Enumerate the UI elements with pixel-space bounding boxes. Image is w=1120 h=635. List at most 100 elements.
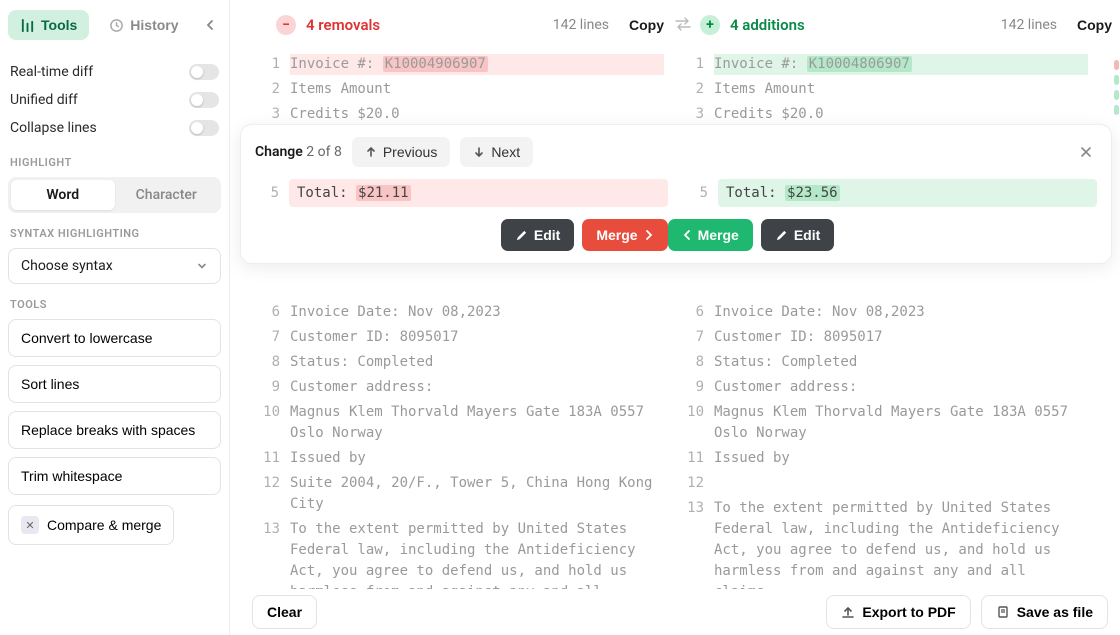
- merge-right-button[interactable]: Merge: [582, 219, 667, 251]
- line-number: 12: [680, 473, 714, 494]
- code-line: 11Issued by: [256, 446, 664, 471]
- toggle-realtime[interactable]: [189, 64, 219, 80]
- change-left-lineno: 5: [255, 185, 289, 201]
- history-icon: [109, 18, 124, 33]
- line-number: 7: [256, 327, 290, 348]
- line-number: 9: [680, 377, 714, 398]
- clear-button[interactable]: Clear: [252, 595, 317, 629]
- tab-tools[interactable]: Tools: [8, 10, 89, 40]
- syntax-select[interactable]: Choose syntax: [8, 248, 221, 284]
- change-right-body: Total: $23.56: [718, 179, 1097, 207]
- line-content: Invoice Date: Nov 08,2023: [290, 302, 664, 323]
- merge-left-button[interactable]: Merge: [668, 219, 753, 251]
- tool-lowercase[interactable]: Convert to lowercase: [8, 319, 221, 357]
- edit-left-button[interactable]: Edit: [501, 219, 574, 251]
- compare-merge-button[interactable]: ✕ Compare & merge: [8, 505, 174, 545]
- plus-icon: +: [700, 15, 720, 35]
- save-file-button[interactable]: Save as file: [981, 595, 1108, 629]
- line-content: Customer ID: 8095017: [714, 327, 1088, 348]
- highlight-character[interactable]: Character: [115, 180, 219, 210]
- chevron-left-icon: [682, 229, 692, 241]
- pencil-icon: [775, 229, 788, 242]
- line-number: 11: [256, 448, 290, 469]
- code-line: 8Status: Completed: [680, 350, 1088, 375]
- line-content: Customer address:: [714, 377, 1088, 398]
- line-content: Issued by: [714, 448, 1088, 469]
- tab-history[interactable]: History: [97, 10, 190, 40]
- toggle-collapse-label: Collapse lines: [10, 120, 97, 136]
- line-number: 6: [680, 302, 714, 323]
- tool-trim-whitespace[interactable]: Trim whitespace: [8, 457, 221, 495]
- line-content: Customer address:: [290, 377, 664, 398]
- code-line: 2Items Amount: [680, 77, 1088, 102]
- line-number: 2: [256, 79, 290, 100]
- edit-right-button[interactable]: Edit: [761, 219, 834, 251]
- minus-icon: −: [276, 15, 296, 35]
- compare-merge-icon: ✕: [21, 516, 39, 534]
- close-icon[interactable]: [1075, 141, 1097, 163]
- line-number: 3: [680, 104, 714, 125]
- line-number: 11: [680, 448, 714, 469]
- previous-button[interactable]: Previous: [352, 137, 450, 167]
- left-lines-count: 142 lines: [553, 17, 609, 33]
- minimap-marks: [1114, 60, 1120, 120]
- copy-left-button[interactable]: Copy: [629, 17, 664, 33]
- line-content: Invoice #: K10004906907: [290, 54, 664, 75]
- tab-tools-label: Tools: [41, 17, 77, 33]
- code-line: 9Customer address:: [680, 375, 1088, 400]
- line-number: 7: [680, 327, 714, 348]
- toggle-unified-label: Unified diff: [10, 92, 78, 108]
- highlight-segmented: Word Character: [8, 177, 221, 213]
- code-line: 7Customer ID: 8095017: [680, 325, 1088, 350]
- previous-label: Previous: [383, 144, 437, 160]
- pencil-icon: [515, 229, 528, 242]
- chevron-right-icon: [644, 229, 654, 241]
- toggle-collapse[interactable]: [189, 120, 219, 136]
- copy-right-button[interactable]: Copy: [1077, 17, 1112, 33]
- tools-icon: [20, 18, 35, 33]
- compare-merge-label: Compare & merge: [47, 517, 161, 533]
- code-line: 11Issued by: [680, 446, 1088, 471]
- line-content: Items Amount: [714, 79, 1088, 100]
- toggle-unified[interactable]: [189, 92, 219, 108]
- change-actions-left: Edit Merge: [255, 219, 668, 251]
- line-number: 6: [256, 302, 290, 323]
- main: − 4 removals 142 lines Copy + 4 addition…: [240, 0, 1120, 590]
- change-position-label: Change 2 of 8: [255, 144, 342, 160]
- arrow-down-icon: [473, 146, 485, 158]
- change-right-lineno: 5: [684, 185, 718, 201]
- line-number: 8: [680, 352, 714, 373]
- code-line: 12Suite 2004, 20/F., Tower 5, China Hong…: [256, 471, 664, 517]
- arrow-up-icon: [365, 146, 377, 158]
- tool-sort-lines[interactable]: Sort lines: [8, 365, 221, 403]
- swap-icon[interactable]: [674, 17, 692, 31]
- line-content: Invoice #: K10004806907: [714, 54, 1088, 75]
- line-content: Items Amount: [290, 79, 664, 100]
- line-content: Credits $20.0: [290, 104, 664, 125]
- change-cell-left: 5 Total: $21.11: [255, 179, 668, 207]
- code-line: 12: [680, 471, 1088, 496]
- code-line: 10Magnus Klem Thorvald Mayers Gate 183A …: [680, 400, 1088, 446]
- line-number: 10: [256, 402, 290, 423]
- collapse-sidebar-icon[interactable]: [199, 13, 221, 37]
- next-button[interactable]: Next: [460, 137, 533, 167]
- highlight-section-label: HIGHLIGHT: [10, 156, 221, 169]
- change-left-body: Total: $21.11: [289, 179, 668, 207]
- right-lines-count: 142 lines: [1001, 17, 1057, 33]
- change-row: 5 Total: $21.11 5 Total: $23.56: [255, 179, 1097, 207]
- syntax-section-label: SYNTAX HIGHLIGHTING: [10, 227, 221, 240]
- line-number: 13: [256, 519, 290, 540]
- change-panel-header: Change 2 of 8 Previous Next: [255, 137, 1097, 167]
- line-content: Credits $20.0: [714, 104, 1088, 125]
- change-cell-right: 5 Total: $23.56: [684, 179, 1097, 207]
- tool-replace-breaks[interactable]: Replace breaks with spaces: [8, 411, 221, 449]
- line-number: 10: [680, 402, 714, 423]
- highlight-word[interactable]: Word: [11, 180, 115, 210]
- toggle-unified-row: Unified diff: [8, 86, 221, 114]
- tools-section-label: TOOLS: [10, 298, 221, 311]
- line-content: Magnus Klem Thorvald Mayers Gate 183A 05…: [290, 402, 664, 444]
- export-pdf-button[interactable]: Export to PDF: [826, 595, 970, 629]
- line-number: 2: [680, 79, 714, 100]
- change-actions-right: Merge Edit: [668, 219, 1081, 251]
- line-content: Magnus Klem Thorvald Mayers Gate 183A 05…: [714, 402, 1088, 444]
